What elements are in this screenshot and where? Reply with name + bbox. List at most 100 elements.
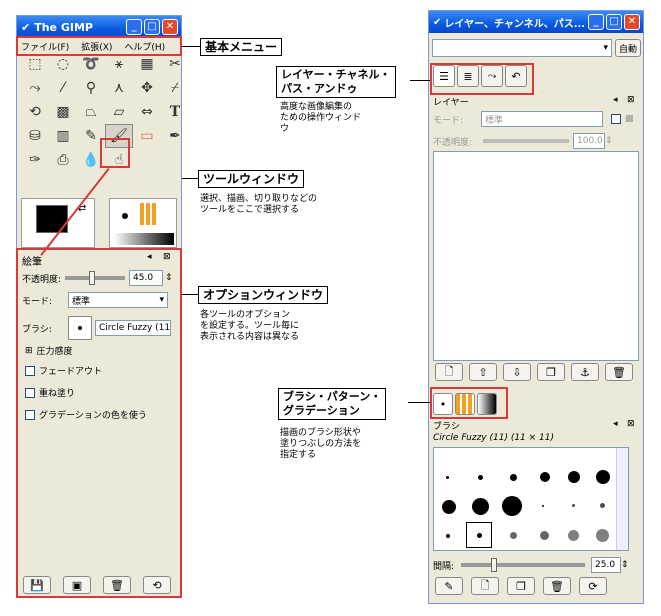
optwin-note: 各ツールのオプション を設定する。ツール毎に 表示される内容は異なる — [200, 310, 300, 342]
brush-item[interactable] — [568, 530, 579, 541]
layer-opacity-spin-icon[interactable]: ⇕ — [605, 136, 613, 146]
optwin-annotation: オプションウィンドウ — [198, 286, 329, 304]
menu-highlight — [16, 36, 182, 56]
pattern-preview[interactable] — [140, 203, 156, 225]
crop-icon[interactable]: ⌿ — [161, 76, 189, 100]
magnify-icon[interactable]: ⚲ — [77, 76, 105, 100]
text-icon[interactable]: T — [161, 100, 189, 124]
brushes-dock-icon[interactable]: ◂ — [613, 419, 618, 429]
eraser-icon[interactable]: ▭ — [133, 124, 161, 148]
toolbox-titlebar[interactable]: ✔ The GIMP _ □ ✕ — [17, 16, 181, 38]
brush-tabs-highlight — [430, 387, 508, 419]
maximize-icon[interactable]: □ — [606, 14, 622, 30]
brush-item[interactable] — [472, 498, 489, 515]
move-icon[interactable]: ✥ — [133, 76, 161, 100]
toolwin-annotation: ツールウィンドウ — [198, 170, 305, 188]
spacing-label: 間隔: — [433, 561, 455, 572]
layer-opacity-field[interactable]: 100.0 — [573, 133, 605, 149]
ink-icon[interactable]: ✑ — [21, 148, 49, 172]
auto-button[interactable]: 自動 — [615, 39, 641, 57]
layer-mode-value: 標準 — [485, 115, 504, 126]
close-icon[interactable]: ✕ — [624, 14, 640, 30]
anchor-layer-button[interactable]: ⚓ — [571, 363, 599, 381]
layer-list[interactable] — [433, 151, 639, 361]
airbrush-icon[interactable]: ✒ — [161, 124, 189, 148]
bucket-fill-icon[interactable]: ⛁ — [21, 124, 49, 148]
perspective-icon[interactable]: ⏢ — [77, 100, 105, 124]
flip-icon[interactable]: ⇔ — [133, 100, 161, 124]
brush-item[interactable] — [542, 505, 544, 507]
new-brush-button[interactable]: 🗋 — [471, 577, 499, 595]
brush-pattern-gradient-area[interactable] — [109, 198, 177, 248]
raise-layer-button[interactable]: ⇧ — [469, 363, 497, 381]
spacing-spin-icon[interactable]: ⇕ — [621, 560, 629, 570]
delete-brush-button[interactable]: 🗑 — [543, 577, 571, 595]
shear-icon[interactable]: ▱ — [105, 100, 133, 124]
transparency-icon: ▩ — [625, 114, 634, 124]
brushes-close-icon[interactable]: ⊠ — [627, 419, 635, 429]
spacing-slider-thumb[interactable] — [490, 558, 497, 572]
brush-item[interactable] — [540, 531, 549, 540]
brush-item[interactable] — [596, 529, 609, 542]
gimp-logo-icon: ✔ — [21, 20, 31, 34]
layers-titlebar[interactable]: ✔ レイヤー、チャンネル、パス... _ □ ✕ — [429, 11, 643, 33]
rotate-icon[interactable]: ⟲ — [21, 100, 49, 124]
brush-scrollbar[interactable] — [616, 448, 628, 550]
brush-item[interactable] — [502, 496, 522, 516]
foreground-color[interactable] — [36, 205, 68, 233]
brush-item-selected[interactable] — [466, 522, 492, 548]
brush-item[interactable] — [596, 470, 610, 484]
paths-icon[interactable]: ⤳ — [21, 76, 49, 100]
layer-opacity-label: 不透明度: — [433, 137, 473, 148]
menu-leader — [182, 46, 200, 47]
blend-icon[interactable]: ▥ — [49, 124, 77, 148]
layers-close-icon[interactable]: ⊠ — [627, 95, 635, 105]
chevron-down-icon[interactable]: ▾ — [603, 43, 608, 53]
layers-title: レイヤー、チャンネル、パス... — [444, 18, 586, 30]
gradient-preview[interactable] — [114, 233, 174, 245]
color-picker-icon[interactable]: ⁄ — [49, 76, 77, 100]
edit-brush-button[interactable]: ✎ — [435, 577, 463, 595]
duplicate-layer-button[interactable]: ❐ — [537, 363, 565, 381]
gimp-logo-icon: ✔ — [433, 16, 442, 28]
layer-mode-select[interactable]: 標準 — [481, 111, 603, 127]
brush-item[interactable] — [510, 532, 517, 539]
minimize-icon[interactable]: _ — [126, 19, 142, 35]
maximize-icon[interactable]: □ — [144, 19, 160, 35]
layers-window: ✔ レイヤー、チャンネル、パス... _ □ ✕ ▾ 自動 ☰ ≣ ⤳ ↶ レイ… — [428, 10, 644, 604]
brush-grid[interactable] — [433, 447, 629, 551]
optwin-leader — [182, 294, 198, 295]
lcpu-annotation: レイヤー・チャネル・ パス・アンドゥ — [276, 66, 396, 98]
brush-item[interactable] — [446, 476, 449, 479]
spacing-slider[interactable] — [461, 558, 585, 572]
brush-item[interactable] — [446, 534, 450, 538]
lcpu-note: 高度な画像編集の ための操作ウィンド ウ — [280, 102, 362, 134]
menu-annotation: 基本メニュー — [200, 38, 283, 56]
new-layer-button[interactable]: 🗋 — [435, 363, 463, 381]
delete-layer-button[interactable]: 🗑 — [605, 363, 633, 381]
brush-item[interactable] — [568, 471, 580, 483]
color-area[interactable]: ⇄ — [21, 198, 95, 248]
transform-icon[interactable]: ▩ — [49, 100, 77, 124]
layer-opacity-slider[interactable] — [483, 139, 569, 143]
layers-dock-icon[interactable]: ◂ — [613, 95, 618, 105]
toolbox-title: The GIMP — [34, 20, 93, 34]
brush-item[interactable] — [572, 504, 575, 507]
lower-layer-button[interactable]: ⇩ — [503, 363, 531, 381]
brush-item[interactable] — [600, 503, 605, 508]
close-icon[interactable]: ✕ — [162, 19, 178, 35]
minimize-icon[interactable]: _ — [588, 14, 604, 30]
spacing-field[interactable]: 25.0 — [591, 557, 621, 573]
clone-icon[interactable]: ⎙ — [49, 148, 77, 172]
brush-item[interactable] — [442, 500, 456, 514]
measure-icon[interactable]: ⋏ — [105, 76, 133, 100]
brush-item[interactable] — [510, 474, 517, 481]
brush-preview[interactable] — [122, 213, 128, 219]
layer-tabs-highlight — [430, 63, 534, 95]
duplicate-brush-button[interactable]: ❐ — [507, 577, 535, 595]
image-select[interactable]: ▾ — [432, 39, 612, 57]
brush-item[interactable] — [478, 475, 483, 480]
refresh-brush-button[interactable]: ⟳ — [579, 577, 607, 595]
keep-transparency-checkbox[interactable] — [611, 114, 621, 124]
brush-item[interactable] — [540, 472, 550, 482]
